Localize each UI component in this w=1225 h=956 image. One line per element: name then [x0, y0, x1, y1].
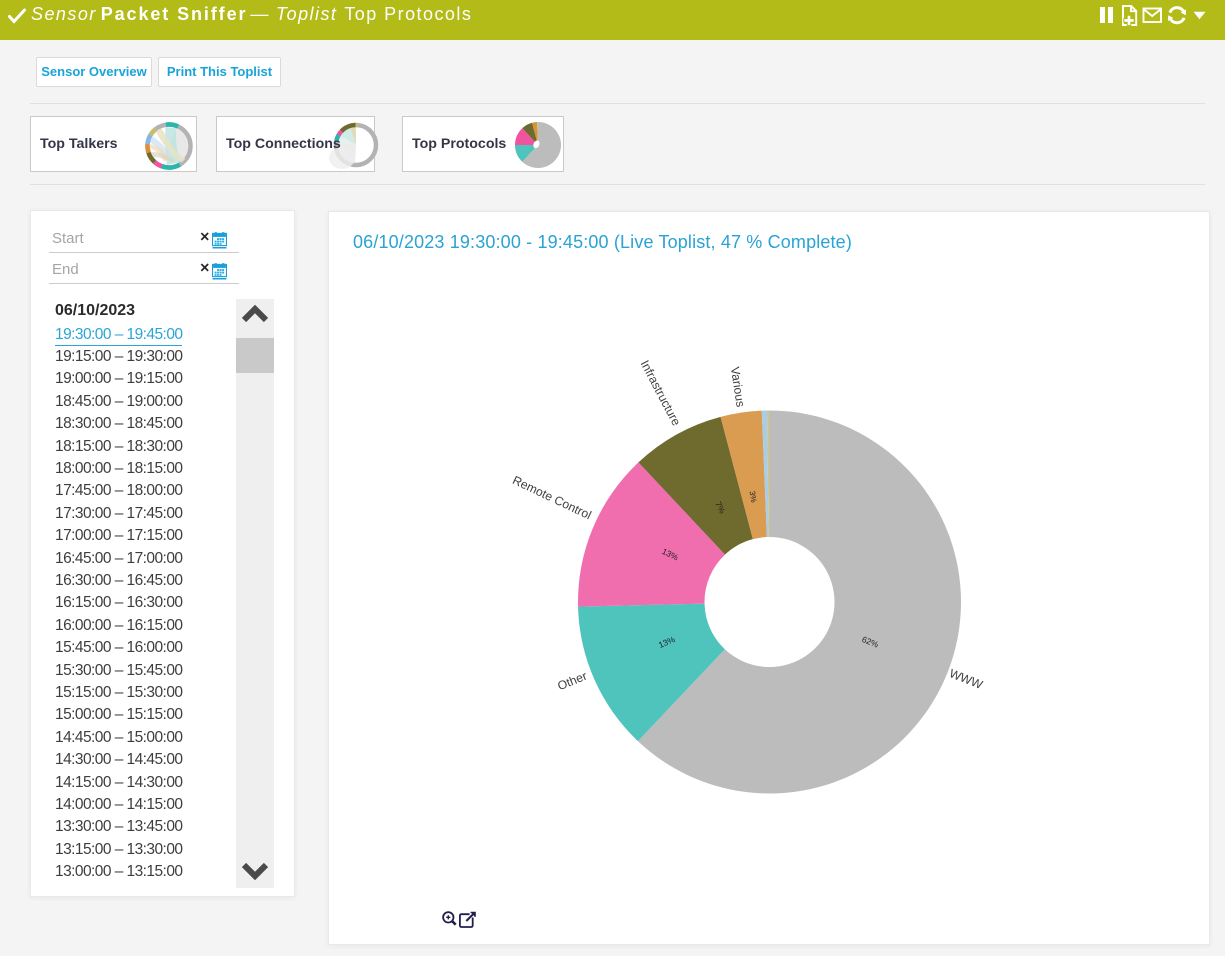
- svg-text:3%: 3%: [748, 490, 759, 503]
- svg-text:Infrastructure: Infrastructure: [638, 358, 684, 428]
- svg-text:Various: Various: [728, 366, 748, 408]
- svg-text:WWW: WWW: [947, 666, 985, 692]
- svg-text:Other: Other: [555, 669, 589, 693]
- svg-text:Remote Control: Remote Control: [510, 473, 593, 522]
